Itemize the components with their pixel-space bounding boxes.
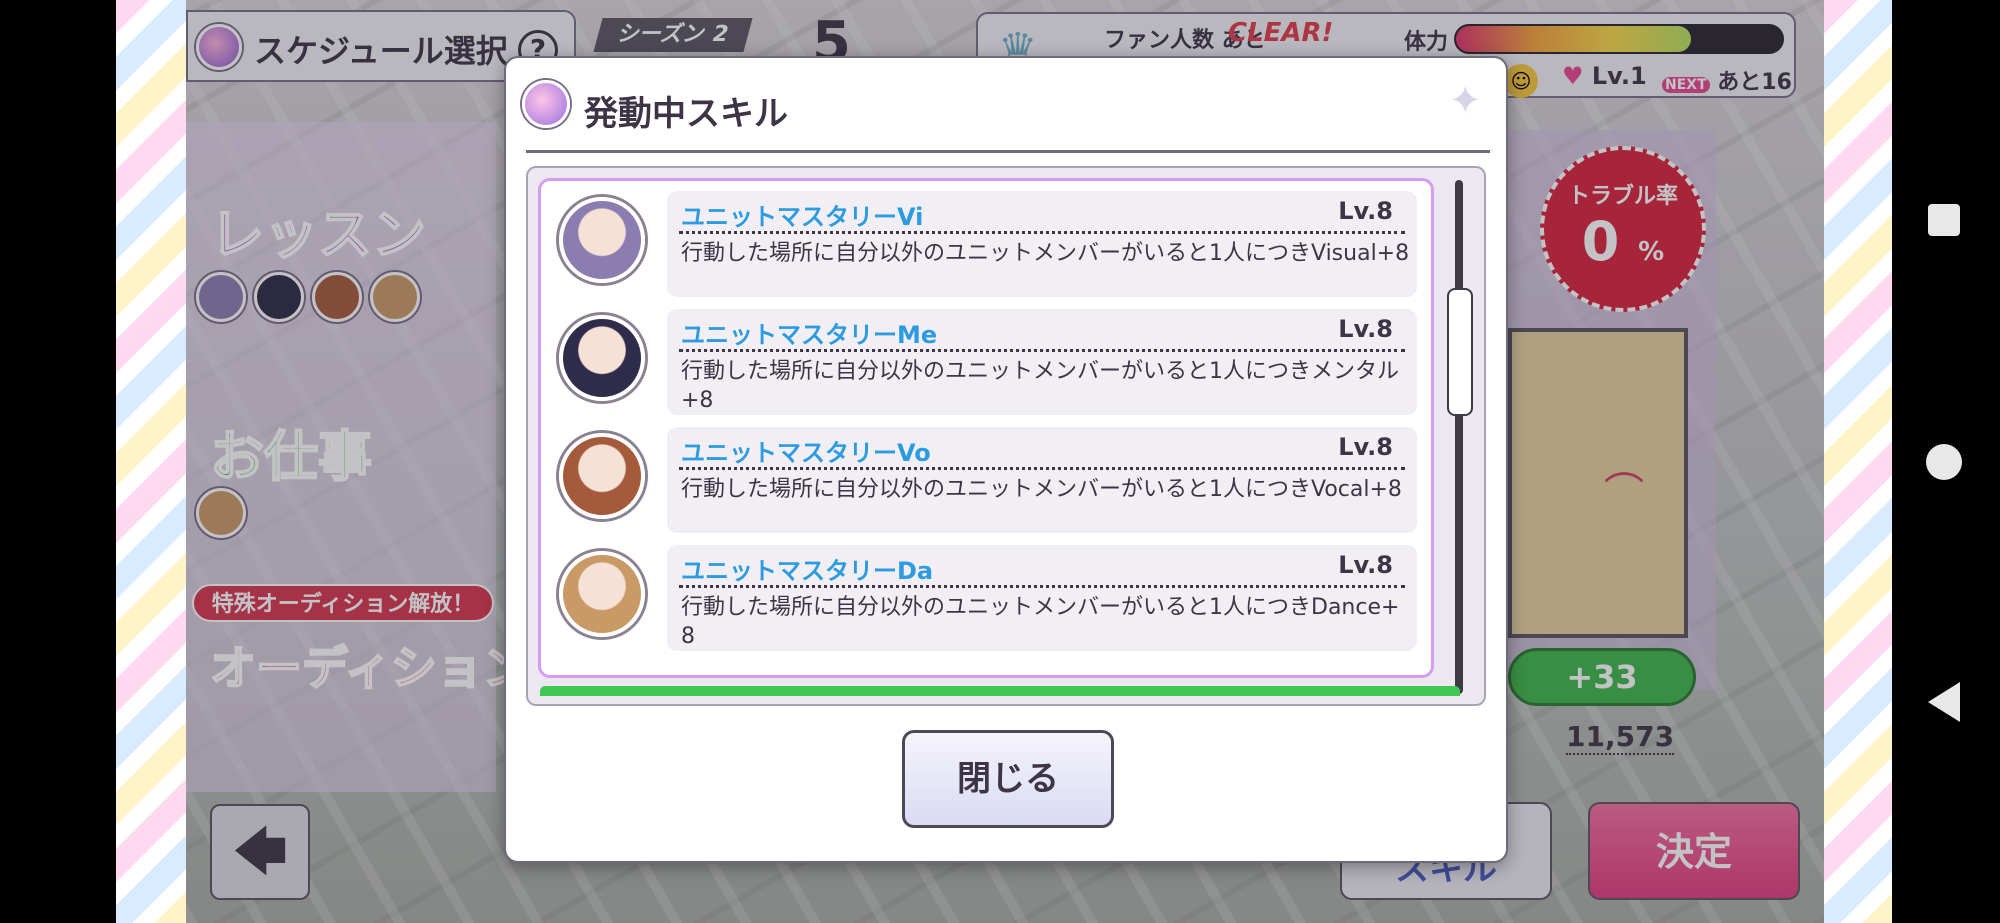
skill-divider	[679, 585, 1405, 588]
skill-avatar	[559, 433, 645, 519]
home-icon[interactable]	[1926, 444, 1962, 480]
skill-level: Lv.8	[1338, 315, 1393, 343]
skill-description: 行動した場所に自分以外のユニットメンバーがいると1人につきDance+8	[681, 595, 1400, 649]
skill-name: ユニットマスタリーVo	[681, 439, 931, 467]
title-divider	[526, 150, 1490, 153]
skill-level: Lv.8	[1338, 551, 1393, 579]
scrollbar-thumb[interactable]	[1447, 288, 1473, 416]
screen: スケジュール選択 ? シーズン 2 5 ♛ ファン人数 あと CLEAR! 体力…	[0, 0, 2000, 923]
skill-card: ユニットマスタリーVi Lv.8 行動した場所に自分以外のユニットメンバーがいる…	[667, 191, 1417, 297]
skill-card: ユニットマスタリーDa Lv.8 行動した場所に自分以外のユニットメンバーがいる…	[667, 545, 1417, 651]
skill-divider	[679, 349, 1405, 352]
right-stripe-decoration	[1824, 0, 1894, 923]
skill-description: 行動した場所に自分以外のユニットメンバーがいると1人につきVocal+8	[681, 477, 1402, 502]
skill-name: ユニットマスタリーVi	[681, 203, 924, 231]
skill-level: Lv.8	[1338, 433, 1393, 461]
skill-description: 行動した場所に自分以外のユニットメンバーがいると1人につきVisual+8	[681, 241, 1410, 266]
next-item-edge	[540, 686, 1460, 696]
skill-divider	[679, 467, 1405, 470]
active-skills-dialog: 発動中スキル ✦ ユニットマスタリーVi Lv.8 行動した場所に自分以外のユニ…	[504, 56, 1508, 863]
scrollbar-track[interactable]	[1455, 180, 1463, 694]
skill-list-frame: ユニットマスタリーVi Lv.8 行動した場所に自分以外のユニットメンバーがいる…	[526, 166, 1486, 706]
skill-list[interactable]: ユニットマスタリーVi Lv.8 行動した場所に自分以外のユニットメンバーがいる…	[538, 178, 1434, 678]
skill-card: ユニットマスタリーMe Lv.8 行動した場所に自分以外のユニットメンバーがいる…	[667, 309, 1417, 415]
skill-name: ユニットマスタリーMe	[681, 321, 938, 349]
skill-level: Lv.8	[1338, 197, 1393, 225]
back-triangle-icon[interactable]	[1928, 682, 1960, 722]
left-stripe-decoration	[116, 0, 186, 923]
skill-icon	[522, 80, 570, 128]
recents-icon[interactable]	[1928, 204, 1960, 236]
skill-avatar	[559, 551, 645, 637]
sparkle-icon: ✦	[1448, 78, 1482, 124]
skill-avatar	[559, 315, 645, 401]
skill-description: 行動した場所に自分以外のユニットメンバーがいると1人につきメンタル+8	[681, 359, 1399, 413]
skill-row: ユニットマスタリーVo Lv.8 行動した場所に自分以外のユニットメンバーがいる…	[547, 427, 1427, 537]
system-nav-bar	[1892, 0, 2000, 923]
skill-divider	[679, 231, 1405, 234]
skill-row: ユニットマスタリーVi Lv.8 行動した場所に自分以外のユニットメンバーがいる…	[547, 191, 1427, 301]
skill-row: ユニットマスタリーMe Lv.8 行動した場所に自分以外のユニットメンバーがいる…	[547, 309, 1427, 419]
skill-avatar	[559, 197, 645, 283]
skill-name: ユニットマスタリーDa	[681, 557, 934, 585]
dialog-title: 発動中スキル	[584, 94, 788, 134]
close-button[interactable]: 閉じる	[902, 730, 1114, 828]
skill-row: ユニットマスタリーDa Lv.8 行動した場所に自分以外のユニットメンバーがいる…	[547, 545, 1427, 655]
skill-card: ユニットマスタリーVo Lv.8 行動した場所に自分以外のユニットメンバーがいる…	[667, 427, 1417, 533]
